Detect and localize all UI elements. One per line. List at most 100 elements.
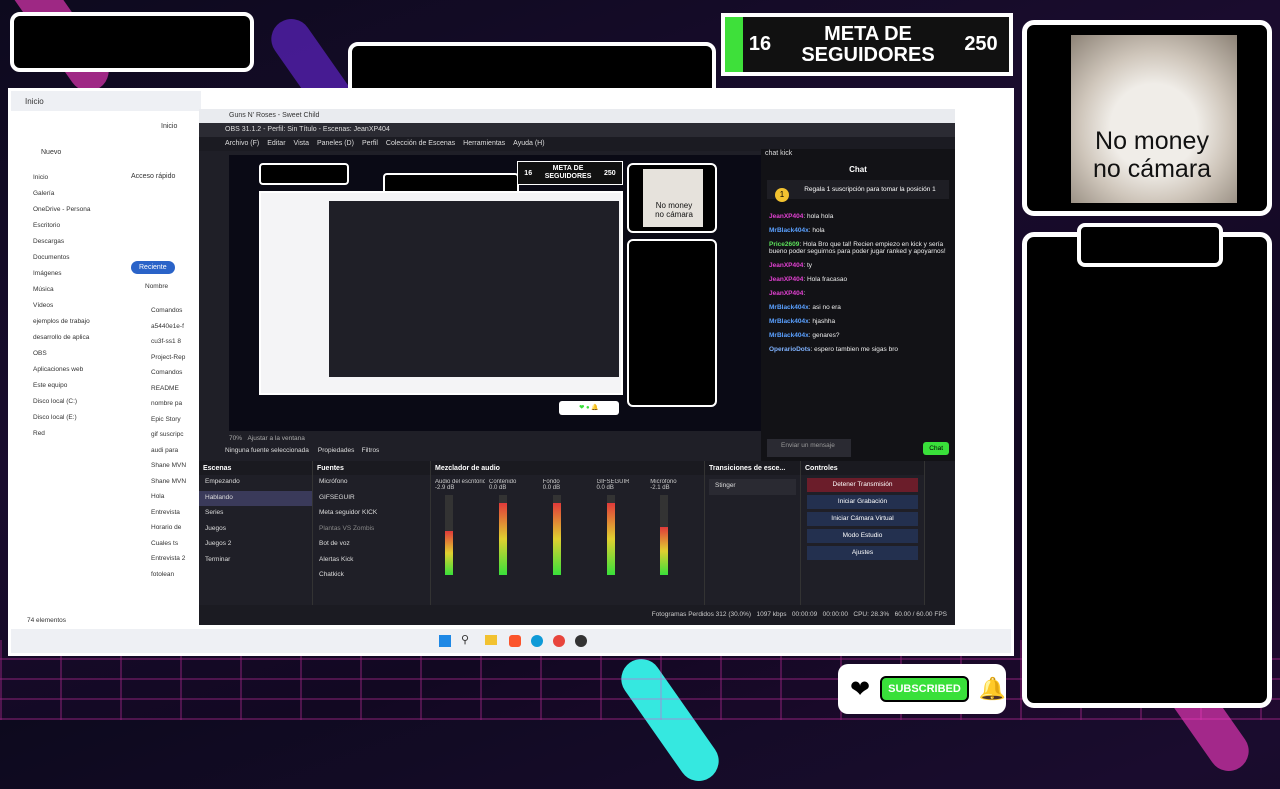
scene-item[interactable]: Juegos — [199, 522, 312, 538]
windows-taskbar: ⚲ — [11, 629, 1011, 653]
scenes-dock: Escenas Empezando Hablando Series Juegos… — [199, 461, 313, 611]
start-virtual-camera-button[interactable]: Iniciar Cámara Virtual — [807, 512, 918, 526]
file-item[interactable]: audi para — [115, 447, 205, 463]
sidebar-item[interactable]: Inicio — [11, 171, 111, 187]
menu-item[interactable]: Archivo (F) — [225, 140, 259, 148]
file-item[interactable]: Shane MVN — [115, 478, 205, 494]
source-item[interactable]: GIFSEGUIR — [313, 491, 430, 507]
sidebar-item[interactable]: Música — [11, 283, 111, 299]
sidebar-item[interactable]: OBS — [11, 347, 111, 363]
sidebar-item[interactable]: desarrollo de aplica — [11, 331, 111, 347]
file-item[interactable]: Hola — [115, 493, 205, 509]
scene-item[interactable]: Empezando — [199, 475, 312, 491]
zoom-level[interactable]: 70% — [229, 435, 242, 442]
chat-dock-title: chat kick — [765, 150, 793, 157]
file-item[interactable]: Entrevista — [115, 509, 205, 525]
chrome-icon[interactable] — [553, 635, 565, 647]
sidebar-item[interactable]: Aplicaciones web — [11, 363, 111, 379]
file-item[interactable]: Comandos — [115, 369, 205, 385]
file-item[interactable]: Entrevista 2 — [115, 555, 205, 571]
file-item[interactable]: nombre pa — [115, 400, 205, 416]
file-item[interactable]: Shane MVN — [115, 462, 205, 478]
mixer-channel[interactable]: Audio del escritorio -2.9 dB — [435, 479, 485, 575]
file-item[interactable]: gif suscripc — [115, 431, 205, 447]
source-item[interactable]: Alertas Kick — [313, 553, 430, 569]
source-item[interactable]: Chatkick — [313, 568, 430, 584]
settings-button[interactable]: Ajustes — [807, 546, 918, 560]
file-item[interactable]: Comandos — [115, 307, 205, 323]
bell-icon: 🔔 — [978, 676, 1007, 701]
sidebar-item[interactable]: Vídeos — [11, 299, 111, 315]
sidebar-item[interactable]: Disco local (C:) — [11, 395, 111, 411]
properties-button[interactable]: Propiedades — [318, 447, 355, 454]
sidebar-item[interactable]: Red — [11, 427, 111, 443]
file-item[interactable]: Project-Rep — [115, 354, 205, 370]
menu-item[interactable]: Vista — [294, 140, 309, 148]
edge-icon[interactable] — [531, 635, 543, 647]
scene-item[interactable]: Terminar — [199, 553, 312, 569]
folder-icon[interactable] — [485, 635, 497, 645]
mixer-channel[interactable]: Micrófono -2.1 dB — [650, 479, 700, 575]
transition-select[interactable]: Stinger — [709, 479, 796, 495]
studio-mode-button[interactable]: Modo Estudio — [807, 529, 918, 543]
file-item[interactable]: cu3f-ss1 8 — [115, 338, 205, 354]
brave-icon[interactable] — [509, 635, 521, 647]
name-column-header[interactable]: Nombre — [145, 283, 168, 290]
explorer-sidebar: Inicio Galería OneDrive - Persona Escrit… — [11, 171, 111, 443]
filters-button[interactable]: Filtros — [362, 447, 380, 454]
obs-window: Guns N' Roses - Sweet Child OBS 31.1.2 -… — [199, 109, 955, 625]
menu-item[interactable]: Colección de Escenas — [386, 140, 455, 148]
subscribe-button[interactable]: SUBSCRIBED — [880, 676, 969, 702]
file-item[interactable]: a5440e1e-f — [115, 323, 205, 339]
sidebar-item[interactable]: Este equipo — [11, 379, 111, 395]
gift-banner[interactable]: 1 Regala 1 suscripción para tomar la pos… — [767, 180, 949, 202]
mixer-channel-db: 0.0 dB — [542, 485, 561, 491]
file-item[interactable]: Cuales ts — [115, 540, 205, 556]
file-item[interactable]: Epic Story — [115, 416, 205, 432]
stop-stream-button[interactable]: Detener Transmisión — [807, 478, 918, 492]
scene-item[interactable]: Juegos 2 — [199, 537, 312, 553]
goal-title: META DE SEGUIDORES — [801, 22, 935, 66]
source-item[interactable]: Meta seguidor KICK — [313, 506, 430, 522]
recent-tab[interactable]: Reciente — [131, 261, 175, 274]
obs-icon[interactable] — [575, 635, 587, 647]
obs-preview[interactable]: 16 META DE SEGUIDORES 250 No money no cáma… — [229, 155, 761, 431]
menu-item[interactable]: Editar — [267, 140, 285, 148]
sidebar-item[interactable]: Escritorio — [11, 219, 111, 235]
start-recording-button[interactable]: Iniciar Grabación — [807, 495, 918, 509]
menu-item[interactable]: Ayuda (H) — [513, 140, 544, 148]
explorer-address[interactable]: Inicio — [161, 123, 177, 130]
source-item[interactable]: Plantas VS Zombis — [313, 522, 430, 538]
menu-item[interactable]: Herramientas — [463, 140, 505, 148]
scene-item[interactable]: Series — [199, 506, 312, 522]
source-item[interactable]: Bot de voz — [313, 537, 430, 553]
sidebar-item[interactable]: Galería — [11, 187, 111, 203]
coin-icon: 1 — [775, 188, 789, 202]
scene-item[interactable]: Hablando — [199, 490, 312, 506]
goal-current: 16 — [748, 33, 772, 55]
file-item[interactable]: fotolean — [115, 571, 205, 587]
browser-tab[interactable]: Guns N' Roses - Sweet Child — [199, 109, 955, 123]
sidebar-item[interactable]: Disco local (E:) — [11, 411, 111, 427]
menu-item[interactable]: Perfil — [362, 140, 378, 148]
file-item[interactable]: Horario de — [115, 524, 205, 540]
search-icon[interactable]: ⚲ — [461, 633, 469, 646]
chat-message: JeanXP404: ty — [769, 261, 813, 269]
sidebar-item[interactable]: ejemplos de trabajo — [11, 315, 111, 331]
menu-item[interactable]: Paneles (D) — [317, 140, 354, 148]
fit-mode[interactable]: Ajustar a la ventana — [247, 435, 304, 442]
mixer-channel[interactable]: GIFSEGUIR 0.0 dB — [597, 479, 647, 575]
file-item[interactable]: README — [115, 385, 205, 401]
mixer-channel[interactable]: Fondo 0.0 dB — [543, 479, 593, 575]
explorer-tab[interactable]: Inicio — [11, 91, 201, 111]
sidebar-item[interactable]: Imágenes — [11, 267, 111, 283]
sidebar-item[interactable]: Documentos — [11, 251, 111, 267]
chat-input[interactable]: Enviar un mensaje — [767, 439, 851, 457]
sidebar-item[interactable]: Descargas — [11, 235, 111, 251]
sidebar-item[interactable]: OneDrive - Persona — [11, 203, 111, 219]
explorer-new-button[interactable]: Nuevo — [41, 149, 61, 156]
source-item[interactable]: Micrófono — [313, 475, 430, 491]
chat-send-button[interactable]: Chat — [923, 442, 949, 455]
start-icon[interactable] — [439, 635, 451, 647]
mixer-channel[interactable]: Contenido 0.0 dB — [489, 479, 539, 575]
